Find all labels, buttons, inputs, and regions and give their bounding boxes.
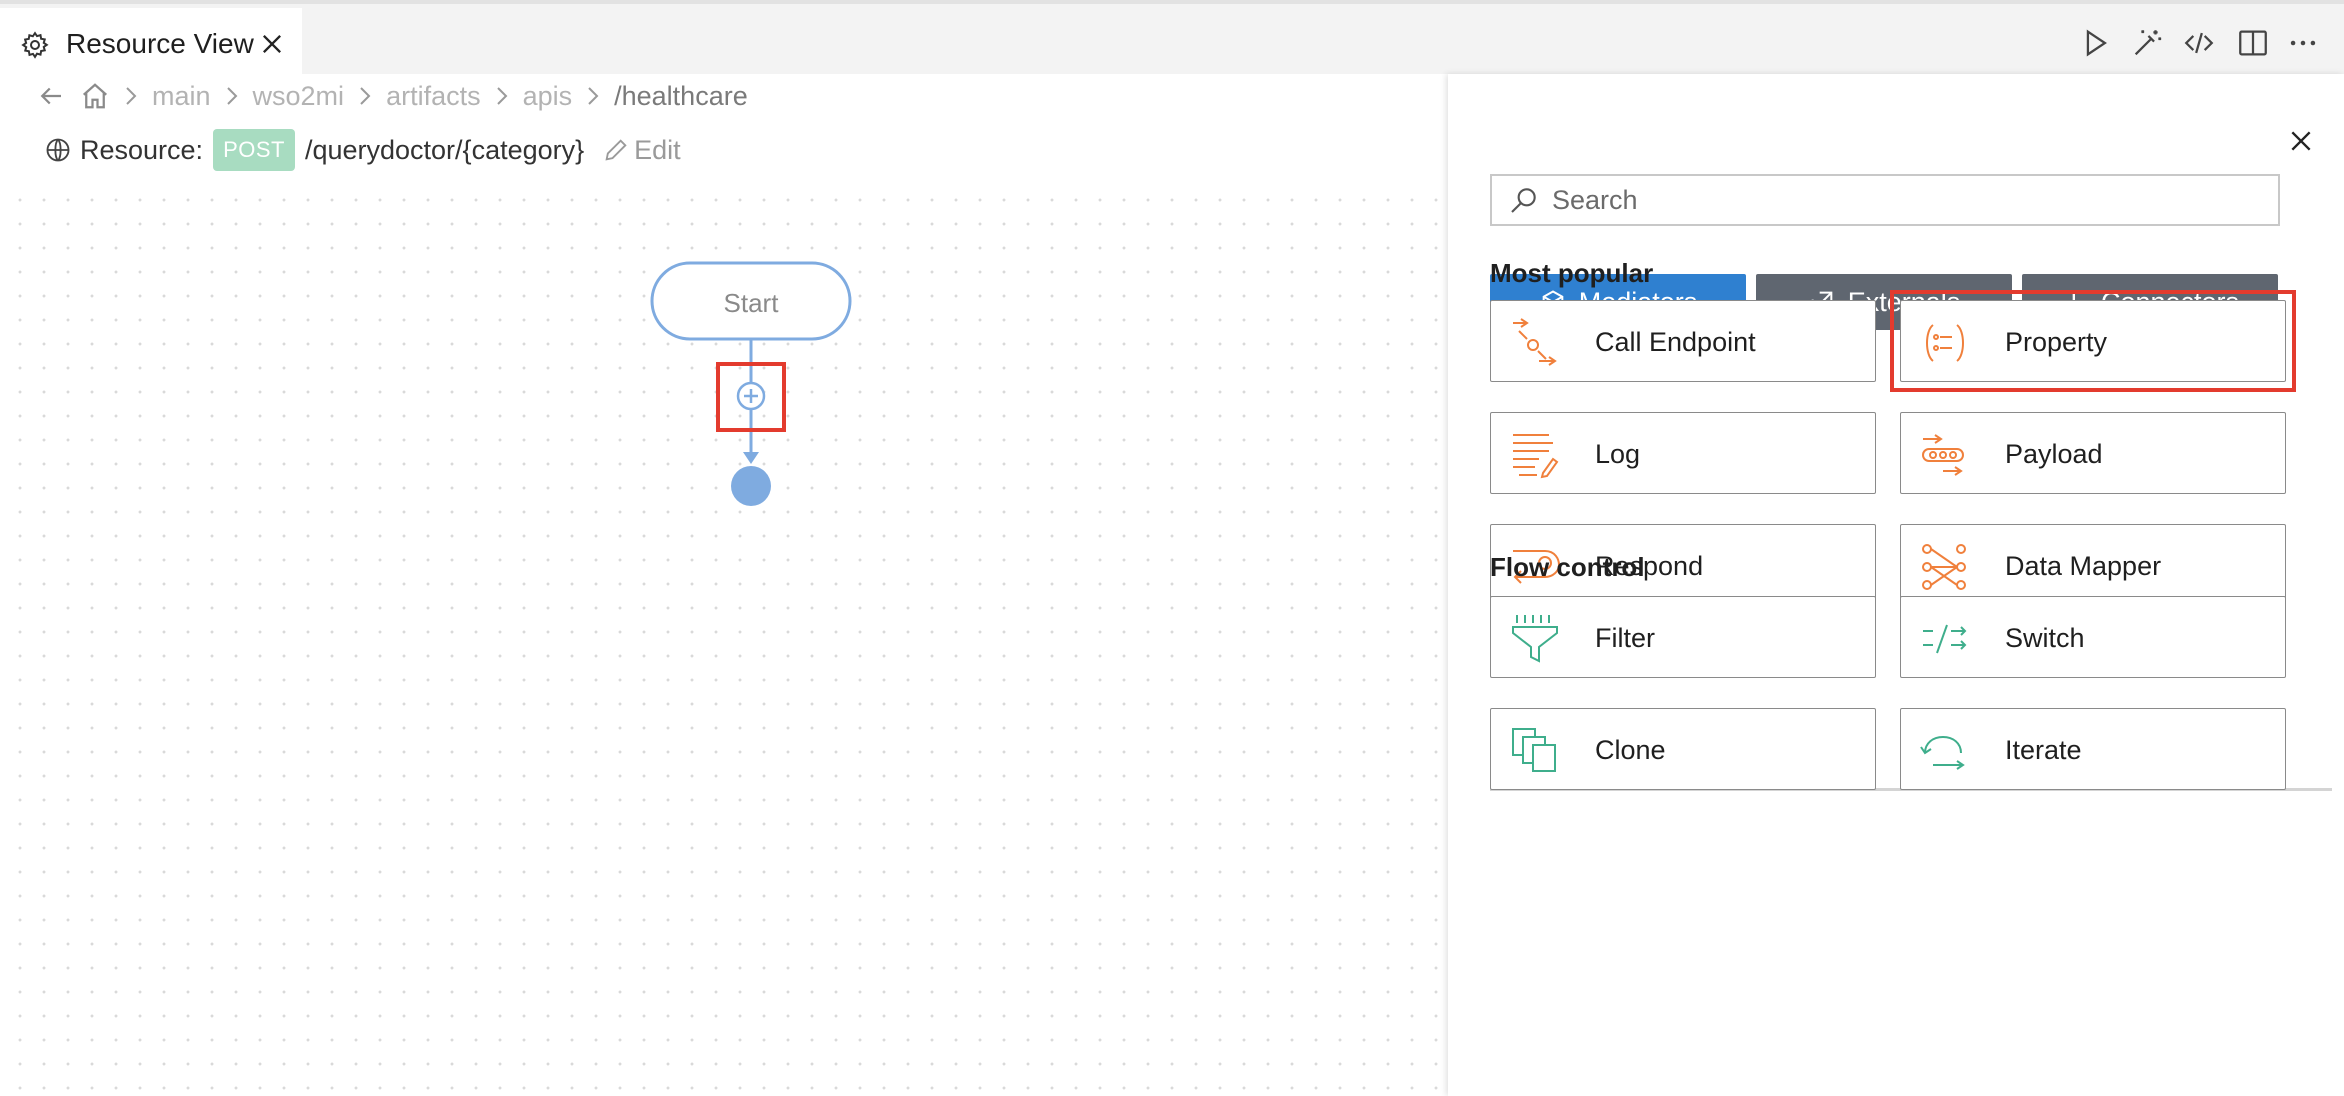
card-data-mapper[interactable]: Data Mapper — [1900, 524, 2286, 606]
clone-icon — [1512, 728, 1556, 772]
chevron-right-icon — [226, 87, 237, 105]
card-call-endpoint[interactable]: Call Endpoint — [1490, 300, 1876, 382]
search-input[interactable] — [1552, 184, 2252, 216]
log-icon — [1513, 434, 1559, 479]
card-label: Clone — [1595, 735, 1666, 765]
pencil-icon — [605, 139, 627, 161]
section-flow-control: Flow control — [1490, 552, 1645, 582]
diagram-canvas[interactable]: Start — [0, 180, 1448, 1096]
tab-title: Resource View — [66, 28, 254, 59]
search-box[interactable] — [1490, 174, 2280, 226]
property-highlight — [1890, 290, 2296, 392]
split-editor-icon[interactable] — [2236, 26, 2270, 60]
add-node-highlight — [716, 362, 786, 432]
close-icon[interactable] — [258, 30, 286, 58]
card-label: Filter — [1595, 623, 1655, 653]
card-label: Switch — [2005, 623, 2085, 653]
card-label: Log — [1595, 439, 1641, 469]
tab-resource-view[interactable]: Resource View — [0, 8, 302, 78]
more-actions-icon[interactable] — [2286, 26, 2320, 60]
payload-icon — [1922, 434, 1964, 476]
card-switch[interactable]: Switch — [1900, 596, 2286, 678]
method-badge: POST — [213, 129, 295, 171]
start-node-label: Start — [723, 288, 779, 318]
iterate-icon — [1920, 735, 1965, 770]
chevron-right-icon — [126, 87, 137, 105]
card-label: Call Endpoint — [1595, 327, 1756, 357]
chevron-right-icon — [496, 87, 508, 105]
close-panel-icon[interactable] — [2288, 128, 2314, 154]
card-iterate[interactable]: Iterate — [1900, 708, 2286, 790]
search-icon — [1511, 188, 1536, 213]
mediator-palette-panel: Mediators Externals Connectors Most popu… — [1448, 74, 2344, 1096]
call-endpoint-icon — [1513, 318, 1557, 366]
card-payload[interactable]: Payload — [1900, 412, 2286, 494]
switch-icon — [1923, 624, 1967, 654]
breadcrumb: main wso2mi artifacts apis /healthcare — [36, 76, 748, 116]
back-arrow-icon[interactable] — [36, 81, 66, 111]
globe-icon — [46, 138, 70, 162]
resource-label: Resource: — [80, 134, 204, 165]
chevron-right-icon — [588, 87, 599, 105]
breadcrumb-main[interactable]: main — [152, 81, 211, 112]
edit-button[interactable]: Edit — [602, 135, 681, 166]
resource-header: Resource: POST /querydoctor/{category} E… — [44, 128, 681, 172]
arrow-head-icon — [743, 452, 759, 464]
home-icon[interactable] — [80, 81, 110, 111]
breadcrumb-artifacts[interactable]: artifacts — [386, 81, 481, 112]
breadcrumb-apis[interactable]: apis — [523, 81, 573, 112]
breadcrumb-wso2mi[interactable]: wso2mi — [253, 81, 345, 112]
breadcrumb-healthcare: /healthcare — [614, 80, 748, 111]
card-clone[interactable]: Clone — [1490, 708, 1876, 790]
data-mapper-icon — [1922, 544, 1966, 590]
gear-icon — [21, 31, 49, 59]
card-filter[interactable]: Filter — [1490, 596, 1876, 678]
run-icon[interactable] — [2078, 26, 2112, 60]
magic-wand-icon[interactable] — [2130, 26, 2164, 60]
edit-label: Edit — [634, 134, 681, 165]
end-node — [731, 466, 771, 506]
editor-tab-bar: Resource View — [0, 0, 2344, 78]
card-label: Payload — [2005, 439, 2103, 469]
chevron-right-icon — [360, 87, 371, 105]
code-icon[interactable] — [2182, 26, 2216, 60]
card-label: Data Mapper — [2005, 551, 2162, 581]
card-log[interactable]: Log — [1490, 412, 1876, 494]
card-label: Iterate — [2005, 735, 2082, 765]
resource-path: /querydoctor/{category} — [304, 134, 585, 165]
section-most-popular: Most popular — [1490, 258, 1654, 288]
filter-icon — [1512, 615, 1558, 663]
